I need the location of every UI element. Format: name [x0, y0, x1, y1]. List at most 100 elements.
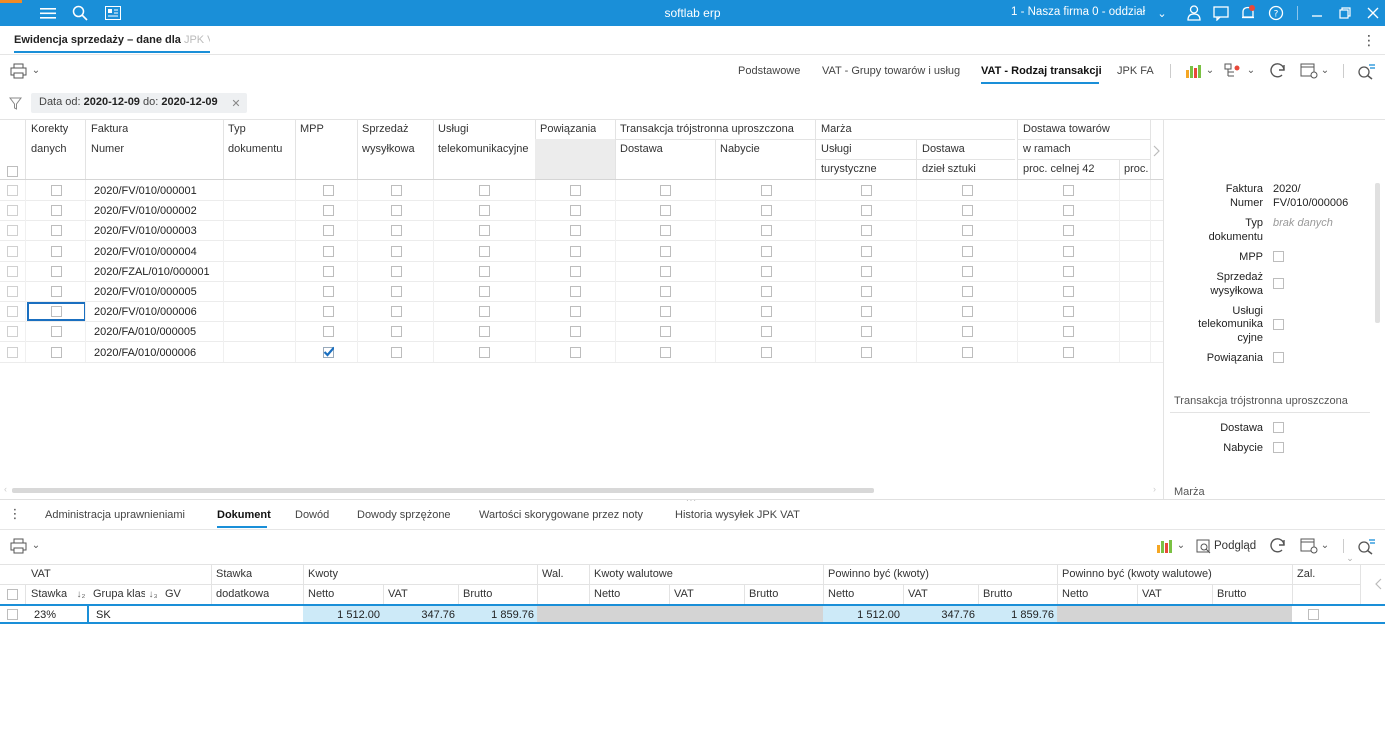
- chevron-down-icon[interactable]: ⌄: [1205, 64, 1215, 76]
- vat-select-all-checkbox[interactable]: [7, 589, 18, 600]
- invoice-number[interactable]: 2020/FV/010/000002: [94, 205, 197, 217]
- cell-stawka[interactable]: 23%: [34, 609, 56, 621]
- row-checkbox[interactable]: [660, 246, 671, 257]
- row-checkbox[interactable]: [570, 326, 581, 337]
- col-uslugi-tur[interactable]: Usługi: [821, 143, 852, 155]
- row-checkbox[interactable]: [660, 225, 671, 236]
- invoice-number[interactable]: 2020/FV/010/000005: [94, 286, 197, 298]
- chat-icon[interactable]: [1211, 3, 1231, 23]
- chart-icon[interactable]: [1185, 62, 1203, 80]
- mpp-checkbox[interactable]: [323, 225, 334, 236]
- detail-powiazania-checkbox[interactable]: [1273, 352, 1284, 363]
- chevron-down-icon[interactable]: ⌄: [1320, 539, 1330, 551]
- col-mpp[interactable]: MPP: [300, 123, 324, 135]
- tab-historia-wysylek[interactable]: Historia wysyłek JPK VAT: [675, 509, 800, 521]
- invoice-number[interactable]: 2020/FV/010/000001: [94, 185, 197, 197]
- bell-icon[interactable]: [1238, 3, 1258, 23]
- row-checkbox[interactable]: [861, 306, 872, 317]
- vat-col-grupa[interactable]: Grupa klas: [93, 588, 145, 600]
- row-checkbox[interactable]: [660, 185, 671, 196]
- col-sprzedaz[interactable]: Sprzedaż: [362, 123, 408, 135]
- more-vertical-icon[interactable]: ⋮: [1362, 32, 1376, 48]
- row-checkbox[interactable]: [1063, 306, 1074, 317]
- row-checkbox[interactable]: [479, 225, 490, 236]
- row-select-checkbox[interactable]: [7, 225, 18, 236]
- mpp-checkbox[interactable]: [323, 266, 334, 277]
- mpp-checkbox[interactable]: [323, 306, 334, 317]
- search-filter-icon[interactable]: [1356, 62, 1376, 80]
- row-checkbox[interactable]: [51, 185, 62, 196]
- cell-vat[interactable]: 347.76: [384, 609, 455, 621]
- chevron-down-icon[interactable]: ⌄: [31, 539, 41, 551]
- row-checkbox[interactable]: [570, 185, 581, 196]
- tab-jpk-fa[interactable]: JPK FA: [1117, 65, 1154, 77]
- vat-col-gv[interactable]: GV: [165, 588, 181, 600]
- sort-icon[interactable]: ↓₂: [75, 587, 87, 601]
- row-checkbox[interactable]: [761, 225, 772, 236]
- zal-checkbox[interactable]: [1308, 609, 1319, 620]
- mpp-checkbox[interactable]: [323, 286, 334, 297]
- row-checkbox[interactable]: [51, 205, 62, 216]
- vat-col-wal-vat[interactable]: VAT: [674, 588, 694, 600]
- col-nabycie[interactable]: Nabycie: [720, 143, 760, 155]
- row-checkbox[interactable]: [660, 266, 671, 277]
- row-checkbox[interactable]: [479, 246, 490, 257]
- vat-col-p-netto[interactable]: Netto: [828, 588, 854, 600]
- vat-col-netto[interactable]: Netto: [308, 588, 334, 600]
- row-checkbox[interactable]: [962, 347, 973, 358]
- chevron-down-icon[interactable]: ⌄: [1343, 553, 1357, 563]
- row-checkbox[interactable]: [479, 205, 490, 216]
- row-checkbox[interactable]: [962, 225, 973, 236]
- cell-p-vat[interactable]: 347.76: [904, 609, 975, 621]
- col-powiazania[interactable]: Powiązania: [540, 123, 596, 135]
- tab-wartosci-skorygowane[interactable]: Wartości skorygowane przez noty: [479, 509, 643, 521]
- row-checkbox[interactable]: [51, 246, 62, 257]
- minimize-icon[interactable]: [1307, 3, 1327, 23]
- vat-col-pw-netto[interactable]: Netto: [1062, 588, 1088, 600]
- row-select-checkbox[interactable]: [7, 266, 18, 277]
- vat-col-p-brutto[interactable]: Brutto: [983, 588, 1012, 600]
- row-checkbox[interactable]: [962, 306, 973, 317]
- invoice-number[interactable]: 2020/FA/010/000005: [94, 326, 196, 338]
- col-typ[interactable]: Typ: [228, 123, 246, 135]
- menu-icon[interactable]: [38, 3, 58, 23]
- row-checkbox[interactable]: [660, 347, 671, 358]
- chevron-down-icon[interactable]: ⌄: [1176, 539, 1186, 551]
- vat-col-stawka-dod[interactable]: Stawka: [216, 568, 252, 580]
- row-checkbox[interactable]: [761, 286, 772, 297]
- row-checkbox[interactable]: [391, 306, 402, 317]
- sort-icon[interactable]: ↓₃: [147, 587, 159, 601]
- row-checkbox[interactable]: [1063, 246, 1074, 257]
- row-select-checkbox[interactable]: [7, 246, 18, 257]
- row-checkbox[interactable]: [861, 326, 872, 337]
- row-checkbox[interactable]: [1063, 326, 1074, 337]
- row-checkbox[interactable]: [660, 326, 671, 337]
- row-checkbox[interactable]: [570, 286, 581, 297]
- cell-p-netto[interactable]: 1 512.00: [825, 609, 900, 621]
- row-checkbox[interactable]: [861, 205, 872, 216]
- invoice-number[interactable]: 2020/FV/010/000004: [94, 246, 197, 258]
- help-icon[interactable]: ?: [1266, 3, 1286, 23]
- cell-brutto[interactable]: 1 859.76: [459, 609, 534, 621]
- col-korekty[interactable]: Korekty: [31, 123, 68, 135]
- vat-col-wal-netto[interactable]: Netto: [594, 588, 620, 600]
- tab-vat-grupy[interactable]: VAT - Grupy towarów i usług: [822, 65, 960, 77]
- tab-dowody-sprzezone[interactable]: Dowody sprzężone: [357, 509, 451, 521]
- row-checkbox[interactable]: [479, 185, 490, 196]
- search-filter-icon[interactable]: [1356, 537, 1376, 555]
- row-checkbox[interactable]: [962, 326, 973, 337]
- row-checkbox[interactable]: [861, 286, 872, 297]
- refresh-icon[interactable]: [1268, 536, 1288, 556]
- row-checkbox[interactable]: [962, 185, 973, 196]
- row-select-checkbox[interactable]: [7, 347, 18, 358]
- row-checkbox[interactable]: [660, 306, 671, 317]
- mpp-checkbox[interactable]: [323, 246, 334, 257]
- focused-cell[interactable]: [27, 302, 86, 321]
- row-checkbox[interactable]: [391, 185, 402, 196]
- row-checkbox[interactable]: [861, 347, 872, 358]
- invoice-number[interactable]: 2020/FZAL/010/000001: [94, 266, 210, 278]
- row-checkbox[interactable]: [1063, 286, 1074, 297]
- vat-col-stawka[interactable]: Stawka: [31, 588, 67, 600]
- col-proc[interactable]: proc.: [1124, 163, 1149, 175]
- row-checkbox[interactable]: [51, 266, 62, 277]
